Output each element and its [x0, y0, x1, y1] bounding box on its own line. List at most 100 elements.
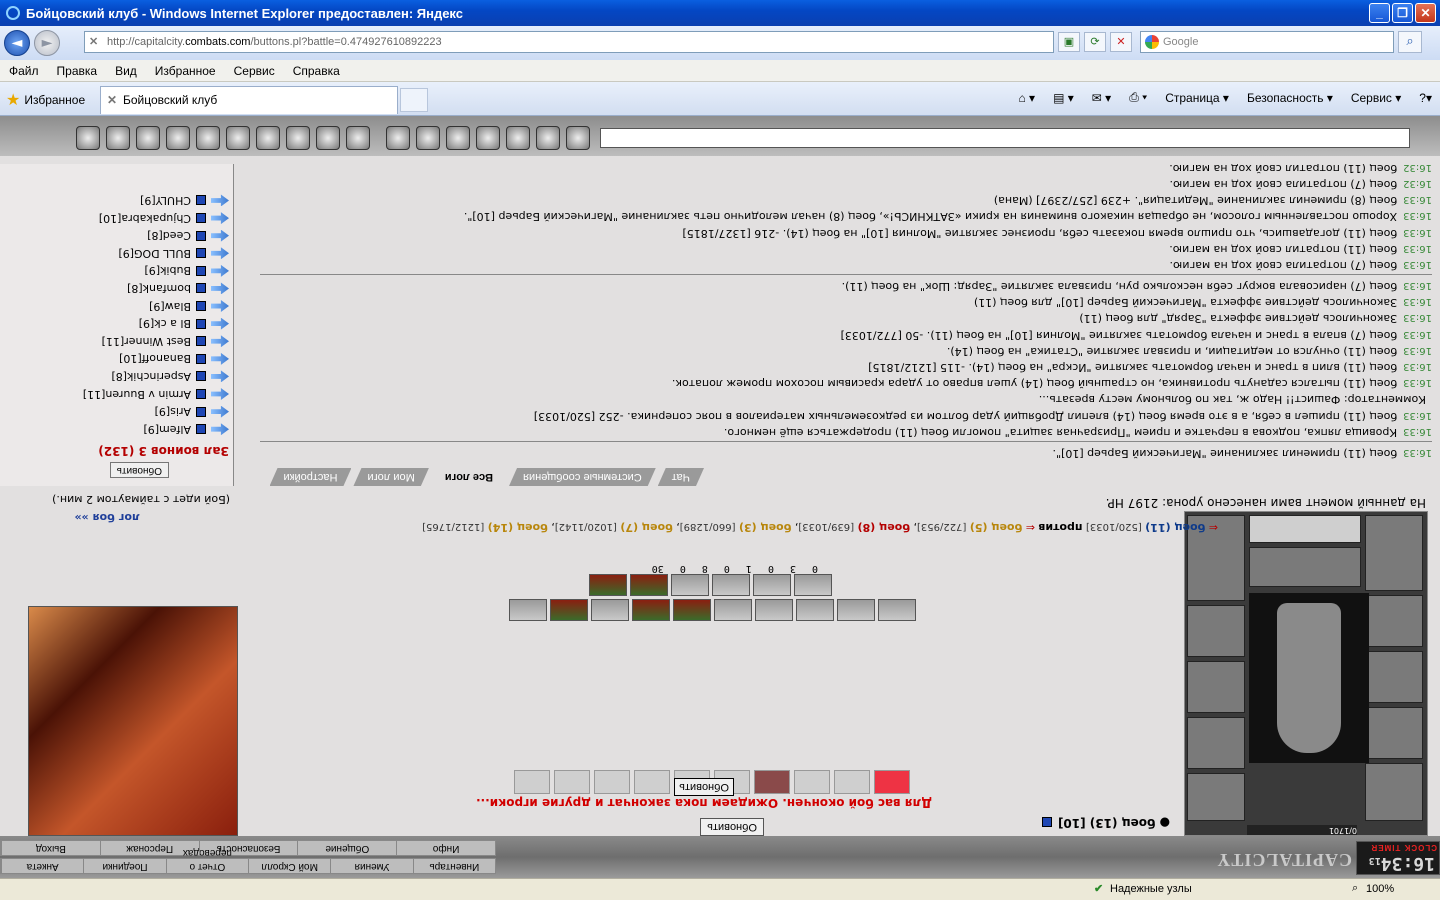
private-message-icon[interactable] — [211, 335, 229, 347]
toolbar-icon[interactable] — [226, 126, 250, 150]
toolbar-icon[interactable] — [346, 126, 370, 150]
skill-button[interactable] — [753, 574, 791, 596]
enemy-name[interactable]: боец (3) — [739, 521, 791, 534]
page-menu[interactable]: Страница ▾ — [1165, 91, 1229, 105]
compat-view-icon[interactable]: ▣ — [1058, 32, 1080, 52]
skill-button[interactable] — [673, 599, 711, 621]
player-row[interactable]: Bl a ck[9] — [29, 315, 229, 333]
search-input[interactable]: Google — [1140, 31, 1394, 53]
equip-slot[interactable] — [1365, 651, 1423, 703]
private-message-icon[interactable] — [211, 318, 229, 330]
home-icon[interactable]: ⌂ ▾ — [1018, 91, 1035, 105]
enemy-name[interactable]: боец (14) — [488, 521, 548, 534]
nav-scroll[interactable]: Мой Скролл — [248, 859, 331, 873]
toolbar-icon[interactable] — [416, 126, 440, 150]
private-message-icon[interactable] — [211, 265, 229, 277]
player-row[interactable]: Asperinchik[8] — [29, 368, 229, 386]
feeds-icon[interactable]: ▤ ▾ — [1053, 91, 1074, 105]
nav-communication[interactable]: Общение — [297, 841, 397, 855]
mail-icon[interactable]: ✉ ▾ — [1092, 91, 1111, 105]
private-message-icon[interactable] — [211, 406, 229, 418]
toolbar-icon[interactable] — [256, 126, 280, 150]
exit-icon[interactable] — [76, 126, 100, 150]
skill-button[interactable] — [878, 599, 916, 621]
private-message-icon[interactable] — [211, 353, 229, 365]
private-message-icon[interactable] — [211, 282, 229, 294]
action-cell[interactable] — [514, 770, 550, 794]
private-message-icon[interactable] — [211, 423, 229, 435]
equip-slot[interactable] — [1187, 717, 1245, 769]
new-tab-button[interactable] — [400, 88, 428, 112]
help-icon[interactable]: ?▾ — [1419, 91, 1432, 105]
toolbar-icon[interactable] — [536, 126, 560, 150]
player-name[interactable]: Chjupakabra[10] — [99, 212, 191, 225]
equip-slot[interactable] — [1187, 661, 1245, 713]
skill-button[interactable] — [671, 574, 709, 596]
equip-slot[interactable] — [1187, 605, 1245, 657]
skill-button[interactable] — [509, 599, 547, 621]
player-row[interactable]: Alfem[9] — [29, 420, 229, 438]
player-name[interactable]: BULL DOG[9] — [118, 247, 191, 260]
minimize-button[interactable]: _ — [1369, 3, 1390, 23]
player-row[interactable]: Ceed[8] — [29, 227, 229, 245]
print-icon[interactable]: ⎙ ▾ — [1129, 90, 1147, 105]
toolbar-icon[interactable] — [566, 126, 590, 150]
player-name[interactable]: Blaw[9] — [149, 300, 191, 313]
toolbar-icon[interactable] — [136, 126, 160, 150]
nav-skills[interactable]: Умения — [330, 859, 413, 873]
equip-slot[interactable] — [1365, 707, 1423, 759]
toolbar-icon[interactable] — [196, 126, 220, 150]
back-button[interactable]: ◄ — [4, 30, 30, 56]
favorites-button[interactable]: ★ Избранное — [6, 90, 85, 110]
player-row[interactable]: Chjupakabra[10] — [29, 209, 229, 227]
private-message-icon[interactable] — [211, 194, 229, 206]
search-icon[interactable]: ⌕ — [1398, 31, 1422, 53]
player-row[interactable]: Aris[9] — [29, 403, 229, 421]
zoom-icon[interactable]: ⌕ — [1352, 882, 1358, 895]
skill-button[interactable] — [550, 599, 588, 621]
action-cell[interactable] — [834, 770, 870, 794]
players-refresh-button[interactable]: Обновить — [109, 462, 169, 478]
toolbar-icon[interactable] — [106, 126, 130, 150]
skill-button[interactable] — [796, 599, 834, 621]
toolbar-icon[interactable] — [286, 126, 310, 150]
menu-file[interactable]: Файл — [0, 64, 48, 78]
private-message-icon[interactable] — [211, 370, 229, 382]
nav-inventory[interactable]: Инвентарь — [412, 859, 495, 873]
menu-help[interactable]: Справка — [284, 64, 349, 78]
private-message-icon[interactable] — [211, 247, 229, 259]
forward-button[interactable]: ► — [34, 30, 60, 56]
address-input[interactable]: ✕ http://capitalcity.combats.com/buttons… — [84, 31, 1054, 53]
private-message-icon[interactable] — [211, 388, 229, 400]
menu-tools[interactable]: Сервис — [225, 64, 284, 78]
player-name[interactable]: Asperinchik[8] — [111, 370, 191, 383]
toolbar-icon[interactable] — [506, 126, 530, 150]
tab-my-logs[interactable]: Мои логи — [353, 468, 428, 486]
equip-slot[interactable] — [1365, 763, 1423, 821]
player-name[interactable]: Bananoff[10] — [119, 352, 191, 365]
player-name[interactable]: Aris[9] — [155, 405, 191, 418]
player-row[interactable]: Bubik[9] — [29, 262, 229, 280]
equip-slot[interactable] — [1365, 595, 1423, 647]
nav-transfers[interactable]: Отчет о переводах — [165, 847, 249, 873]
refresh-icon[interactable]: ⟳ — [1084, 32, 1106, 52]
tab-all-logs[interactable]: Все логи — [431, 468, 507, 486]
tab-settings[interactable]: Настройки — [270, 468, 352, 486]
private-message-icon[interactable] — [211, 212, 229, 224]
menu-edit[interactable]: Правка — [48, 64, 107, 78]
menu-view[interactable]: Вид — [106, 64, 146, 78]
equip-slot[interactable] — [1187, 773, 1245, 821]
stop-icon[interactable]: ✕ — [1110, 32, 1132, 52]
player-name[interactable]: Bubik[9] — [144, 264, 191, 277]
nav-info[interactable]: Инфо — [396, 841, 495, 855]
maximize-button[interactable]: ❐ — [1392, 3, 1413, 23]
nav-fights[interactable]: Поединки — [83, 859, 166, 873]
menu-favorites[interactable]: Избранное — [146, 64, 225, 78]
tools-menu[interactable]: Сервис ▾ — [1351, 91, 1401, 105]
player-row[interactable]: BULL DOG[9] — [29, 244, 229, 262]
private-message-icon[interactable] — [211, 300, 229, 312]
action-cell[interactable] — [634, 770, 670, 794]
player-row[interactable]: Blaw[9] — [29, 297, 229, 315]
player-name[interactable]: Alfem[9] — [143, 423, 191, 436]
skill-button[interactable] — [755, 599, 793, 621]
